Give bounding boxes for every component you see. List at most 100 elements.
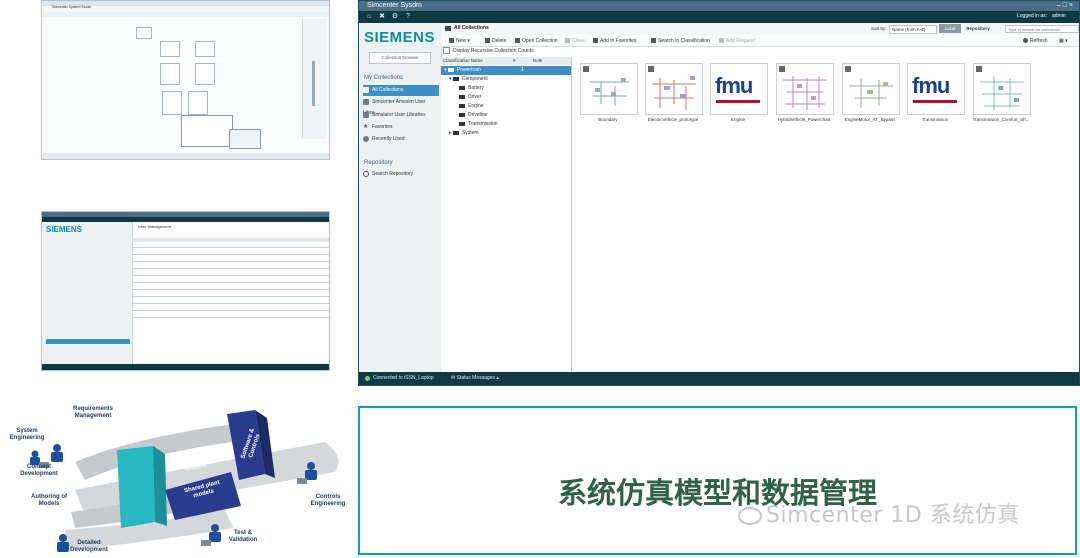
tree-row-driver[interactable]: Driver [459,93,481,102]
collection-card-engine[interactable]: fmu [710,63,768,115]
collection-card-hybridvehicle[interactable] [776,63,834,115]
add-to-favorites-label: Add to Favorites [600,38,637,44]
nav-item-recently-used[interactable]: Recently Used [363,134,439,145]
nav-item-simulator-libraries[interactable]: Simulator User Libraries [363,110,439,121]
collections-icon [363,86,369,93]
settings-icon[interactable]: ⚙ [391,13,399,21]
nav-item-all-collections[interactable]: All Collections [363,85,439,96]
collection-browser-button[interactable]: Collection browser [369,52,431,64]
collection-card-transmission[interactable]: fmu [907,63,965,115]
home-icon[interactable]: ⌂ [365,13,373,21]
search-in-classification-button[interactable]: Search in Classification [651,36,710,46]
tree-header-count[interactable]: # [513,57,516,65]
title-banner: 系统仿真模型和数据管理 [358,406,1077,555]
status-messages-button[interactable]: ✉ Status Messages ▴ [451,372,499,385]
collection-card-transmission-comfort[interactable] [973,63,1031,115]
diagram-preview [976,66,1024,110]
card-label: Transmission [921,117,949,122]
new-button[interactable]: New ▾ [449,36,470,46]
recursive-counts-label: Display Recursive Collection Counts [453,48,534,54]
label-controls-engineering: Controls Engineering [310,494,346,507]
nav-item-search-repository[interactable]: Search Repository [363,169,439,180]
tree-label: Driver [468,94,482,100]
delete-icon [485,38,490,44]
sort-by-select[interactable]: Name (from A-Z) [889,25,937,34]
add-request-label: Add Request [726,38,755,44]
tree-row-powertrain[interactable]: ▾ Powertrain 1 [441,66,571,75]
nav-item-label: All Collections [372,87,404,93]
tree-header-role[interactable]: Role [533,57,542,65]
close-icon [565,38,570,44]
tree-row-transmission[interactable]: Transmission [459,120,498,129]
open-collection-label: Open Collection [522,38,558,44]
menu-bar: ⌂ ✖ ⚙ ? Logged in as: admin [359,11,1079,23]
open-icon [515,38,520,44]
window-titlebar: Simcenter Sysdm – □ × [359,1,1079,11]
tools-icon[interactable]: ✖ [378,13,386,21]
watermark-text: Simcenter 1D 系统仿真 [766,503,1020,528]
collection-card-boundary[interactable] [580,63,638,115]
my-collections-heading: My Collections [364,75,404,81]
delete-label: Delete [492,38,507,44]
collection-card-enginemotor[interactable] [842,63,900,115]
sort-by-value: Name (from A-Z) [892,27,926,32]
fmu-logo: fmu [912,73,950,98]
folder-icon [459,112,465,117]
request-icon [719,38,724,44]
tree-label: Component [461,76,488,82]
folder-icon [459,121,465,126]
folder-icon [459,94,465,99]
add-request-button[interactable]: Add Request [719,36,755,46]
tree-row-driveline[interactable]: Driveline [459,111,487,120]
nav-item-amesim-libraries[interactable]: Simcenter Amesim User Libra... [363,97,439,116]
nav-item-favorites[interactable]: ★ Favorites [363,122,439,133]
repository-heading: Repository [364,160,393,166]
search-icon [363,170,369,177]
tree-row-system[interactable]: ▸ System [449,129,479,138]
close-button[interactable]: Close [565,36,585,46]
delete-button[interactable]: Delete [485,36,506,46]
tab-local[interactable]: Local [939,24,961,33]
new-label: New [456,38,467,44]
label-test-validation: Test & Validation [228,530,258,543]
collection-browser-label: Collection browser [381,55,419,60]
process-diagram: Requirements Management System Engineeri… [5,402,355,558]
tree-header-name[interactable]: Classification Name [443,57,483,65]
nav-item-label: Search Repository [372,171,414,177]
status-messages-label: Status Messages [456,375,495,381]
tab-repository[interactable]: Repository [963,24,993,33]
tree-label: Transmission [468,121,498,127]
fmu-logo: fmu [715,73,753,98]
logged-in-label: Logged in as: [1017,13,1048,19]
recursive-counts-row[interactable]: Display Recursive Collection Counts [443,47,534,56]
star-icon [593,38,598,44]
tree-label: System [461,130,479,136]
thumbnail-user-management: SIEMENS User Management [41,211,330,371]
collection-card-electricvehicle[interactable] [645,63,703,115]
recursive-counts-checkbox[interactable] [443,47,450,55]
refresh-button[interactable]: Refresh [1023,36,1048,46]
label-requirements-management: Requirements Management [72,406,113,419]
tree-row-component[interactable]: ▾ Component [449,75,488,84]
open-collection-button[interactable]: Open Collection [515,36,558,46]
tree-row-battery[interactable]: Battery [459,84,484,93]
search-input[interactable] [1005,25,1079,33]
window-controls[interactable]: – □ × [1057,1,1073,11]
collection-grid: Boundary ElectricVehicle_prototype fmu E… [572,57,1079,372]
main-window: Simcenter Sysdm – □ × ⌂ ✖ ⚙ ? Logged in … [358,0,1080,386]
add-to-favorites-button[interactable]: Add to Favorites [593,36,636,46]
search-in-classification-label: Search in Classification [658,38,710,44]
tree-label: Engine [468,103,484,109]
folder-icon [459,103,465,108]
tree-row-engine[interactable]: Engine [459,102,484,111]
tree-label: Driveline [468,112,488,118]
thumbnail-title: Simcenter System Studio [52,5,92,9]
toolbar: New ▾ Delete Open Collection Close Add t… [441,35,1079,47]
user-menu[interactable]: admin [1052,13,1066,19]
help-icon[interactable]: ? [404,13,412,21]
label-system-engineering: System Engineering [9,428,45,441]
label-detailed-development: Detailed Development [70,540,108,553]
refresh-label: Refresh [1030,38,1048,44]
watermark: Simcenter 1D 系统仿真 [738,497,1020,529]
view-mode-button[interactable]: ▦ ▾ [1059,36,1068,46]
